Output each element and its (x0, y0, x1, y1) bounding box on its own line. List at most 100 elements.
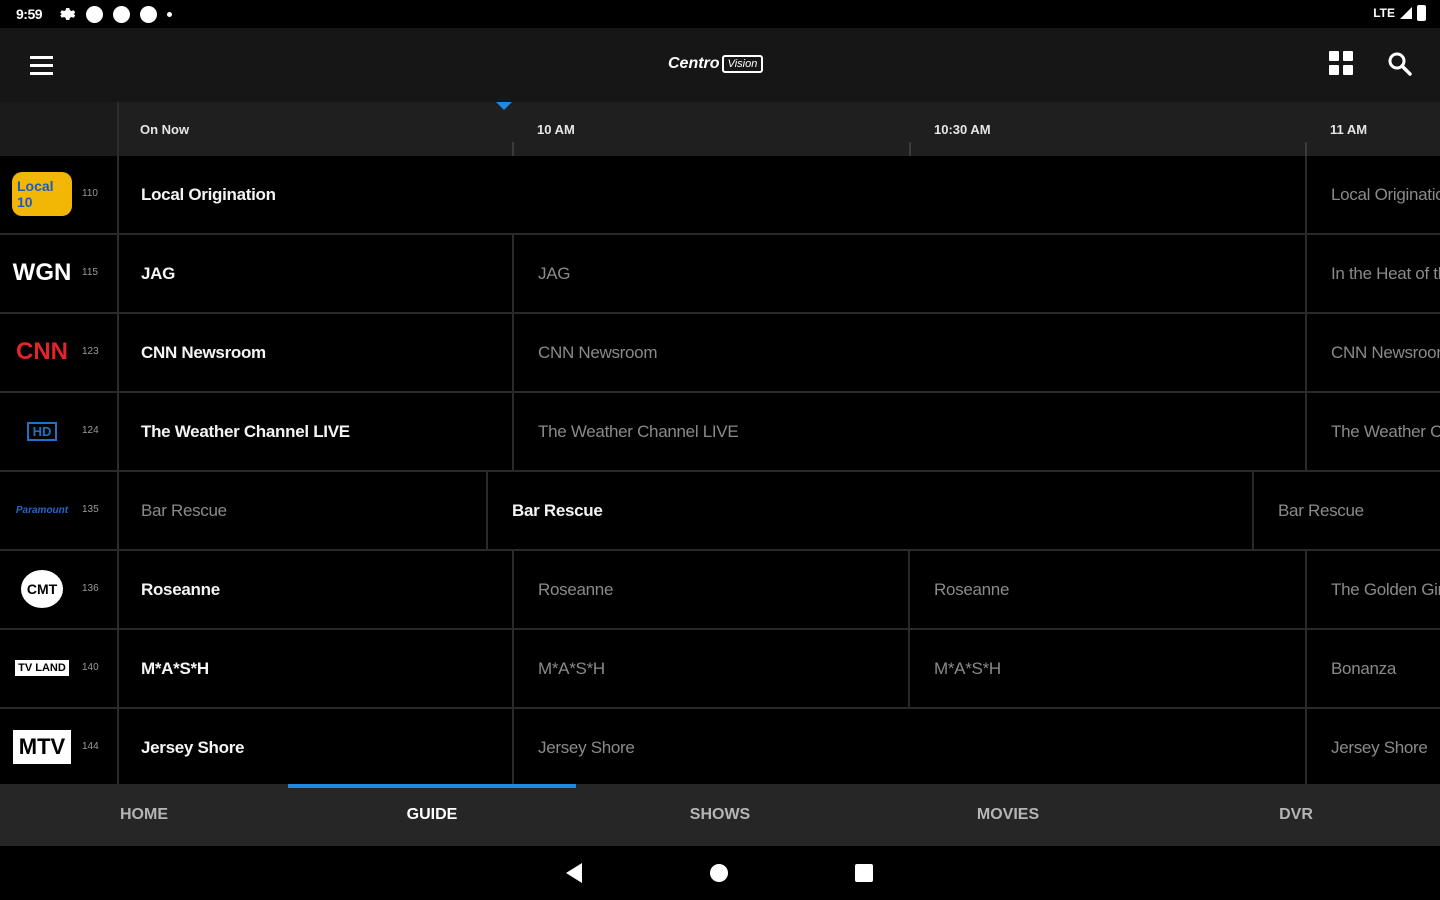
channel-cell[interactable]: WGN 115 (0, 235, 119, 312)
program-title: In the Heat of the Night (1331, 264, 1440, 283)
tab-dvr[interactable]: DVR (1152, 784, 1440, 846)
time-slot-label: 11 AM (1330, 122, 1368, 137)
program-cell[interactable]: Jersey Shore (1307, 709, 1440, 784)
program-cell[interactable]: In the Heat of the Night (1307, 235, 1440, 312)
time-slot-tick (909, 142, 911, 156)
channel-cell[interactable]: CNN 123 (0, 314, 119, 391)
program-title: Local Origination (1331, 185, 1440, 204)
channel-logo-text: TV LAND (15, 660, 69, 676)
program-title: M*A*S*H (934, 659, 1001, 678)
grid-view-button[interactable] (1329, 51, 1355, 77)
program-title: Bar Rescue (1278, 501, 1364, 520)
program-title: CNN Newsroom (538, 343, 658, 362)
guide-row: Local 10 110 Local Origination Local Origin… (0, 156, 1440, 235)
program-cell[interactable]: CNN Newsroom (117, 314, 514, 391)
program-cell[interactable]: The Weather Channel LIVE (514, 393, 1307, 470)
guide-row: HD 124 The Weather Channel LIVE The Weather… (0, 393, 1440, 472)
system-navigation-bar (0, 846, 1440, 900)
menu-button[interactable] (22, 46, 60, 84)
channel-number: 140 (82, 662, 99, 673)
program-cell[interactable]: The Weather Channel LIVE (1307, 393, 1440, 470)
channel-number: 136 (82, 583, 99, 594)
hamburger-icon (29, 71, 53, 75)
program-cell[interactable]: M*A*S*H (514, 630, 910, 707)
program-title: CNN Newsroom (1331, 343, 1440, 362)
time-header-corner (0, 102, 119, 156)
recent-apps-icon[interactable] (855, 864, 873, 882)
tab-guide[interactable]: GUIDE (288, 784, 576, 846)
program-cell[interactable]: CNN Newsroom (1307, 314, 1440, 391)
channel-number: 110 (82, 188, 98, 199)
app-logo: Centro Vision (668, 52, 764, 76)
grid-icon (1329, 51, 1339, 61)
program-title: Roseanne (934, 580, 1010, 599)
program-cell[interactable]: Jersey Shore (514, 709, 1307, 784)
program-cell[interactable]: M*A*S*H (117, 630, 514, 707)
status-time: 9:59 (16, 6, 43, 22)
channel-logo: WGN (12, 252, 72, 294)
program-cell[interactable]: Roseanne (117, 551, 514, 628)
hamburger-icon (29, 63, 53, 67)
home-icon[interactable] (710, 864, 728, 882)
program-cell[interactable]: CNN Newsroom (514, 314, 1307, 391)
program-title: Roseanne (141, 580, 220, 599)
tab-home[interactable]: HOME (0, 784, 288, 846)
program-cell[interactable]: Local Origination (117, 156, 1307, 233)
program-guide[interactable]: Local 10 110 Local Origination Local Origin… (0, 156, 1440, 784)
program-title: The Weather Channel LIVE (538, 422, 739, 441)
program-cell[interactable]: Jersey Shore (117, 709, 514, 784)
program-cell[interactable]: JAG (514, 235, 1307, 312)
channel-number: 135 (82, 504, 99, 515)
channel-logo: Local 10 (12, 172, 72, 216)
channel-logo-text: CNN (16, 338, 68, 365)
channel-logo-text: WGN (12, 259, 72, 286)
search-icon (1388, 52, 1412, 76)
program-title: JAG (141, 264, 176, 283)
program-cell[interactable]: The Weather Channel LIVE (117, 393, 514, 470)
bottom-navigation: HOME GUIDE SHOWS MOVIES DVR (0, 784, 1440, 846)
program-title: Bar Rescue (512, 501, 603, 520)
channel-logo: TV LAND (12, 647, 72, 689)
channel-number: 124 (82, 425, 99, 436)
guide-row: WGN 115 JAG JAG In the Heat of the Night (0, 235, 1440, 314)
notification-icon (86, 5, 103, 23)
guide-row: MTV 144 Jersey Shore Jersey Shore Jersey Sho… (0, 709, 1440, 784)
tab-shows[interactable]: SHOWS (576, 784, 864, 846)
program-cell[interactable]: M*A*S*H (910, 630, 1307, 707)
channel-cell[interactable]: Paramount 135 (0, 472, 119, 549)
channel-cell[interactable]: Local 10 110 (0, 156, 119, 233)
program-cell[interactable]: Bar Rescue (117, 472, 488, 549)
channel-cell[interactable]: MTV 144 (0, 709, 119, 784)
program-cell[interactable]: Bonanza (1307, 630, 1440, 707)
notification-icons (58, 5, 172, 23)
guide-row: Paramount 135 Bar Rescue Bar Rescue Bar Resc… (0, 472, 1440, 551)
time-slot-tick (512, 142, 514, 156)
channel-logo: Paramount (12, 489, 72, 531)
app-bar: Centro Vision (0, 28, 1440, 102)
search-button[interactable] (1386, 50, 1414, 78)
channel-cell[interactable]: HD 124 (0, 393, 119, 470)
guide-row: TV LAND 140 M*A*S*H M*A*S*H M*A*S*H Bonanza (0, 630, 1440, 709)
program-cell[interactable]: The Golden Girls (1307, 551, 1440, 628)
program-cell[interactable]: Roseanne (910, 551, 1307, 628)
program-title: The Weather Channel LIVE (141, 422, 350, 441)
program-cell[interactable]: Bar Rescue (1254, 472, 1440, 549)
program-cell[interactable]: JAG (117, 235, 514, 312)
tab-movies[interactable]: MOVIES (864, 784, 1152, 846)
time-slot-label: On Now (140, 122, 190, 137)
channel-logo: CNN (12, 331, 72, 373)
signal-icon (1400, 7, 1412, 19)
status-bar: 9:59 LTE (0, 0, 1440, 28)
channel-cell[interactable]: TV LAND 140 (0, 630, 119, 707)
back-icon[interactable] (566, 863, 582, 883)
program-title: Roseanne (538, 580, 614, 599)
channel-cell[interactable]: CMT 136 (0, 551, 119, 628)
current-time-marker (496, 102, 512, 110)
program-title: Jersey Shore (141, 738, 245, 757)
program-title: Jersey Shore (1331, 738, 1428, 757)
program-cell[interactable]: Bar Rescue (488, 472, 1254, 549)
time-slot-tick (1305, 142, 1307, 156)
program-cell[interactable]: Roseanne (514, 551, 910, 628)
program-cell[interactable]: Local Origination (1307, 156, 1440, 233)
program-title: JAG (538, 264, 571, 283)
